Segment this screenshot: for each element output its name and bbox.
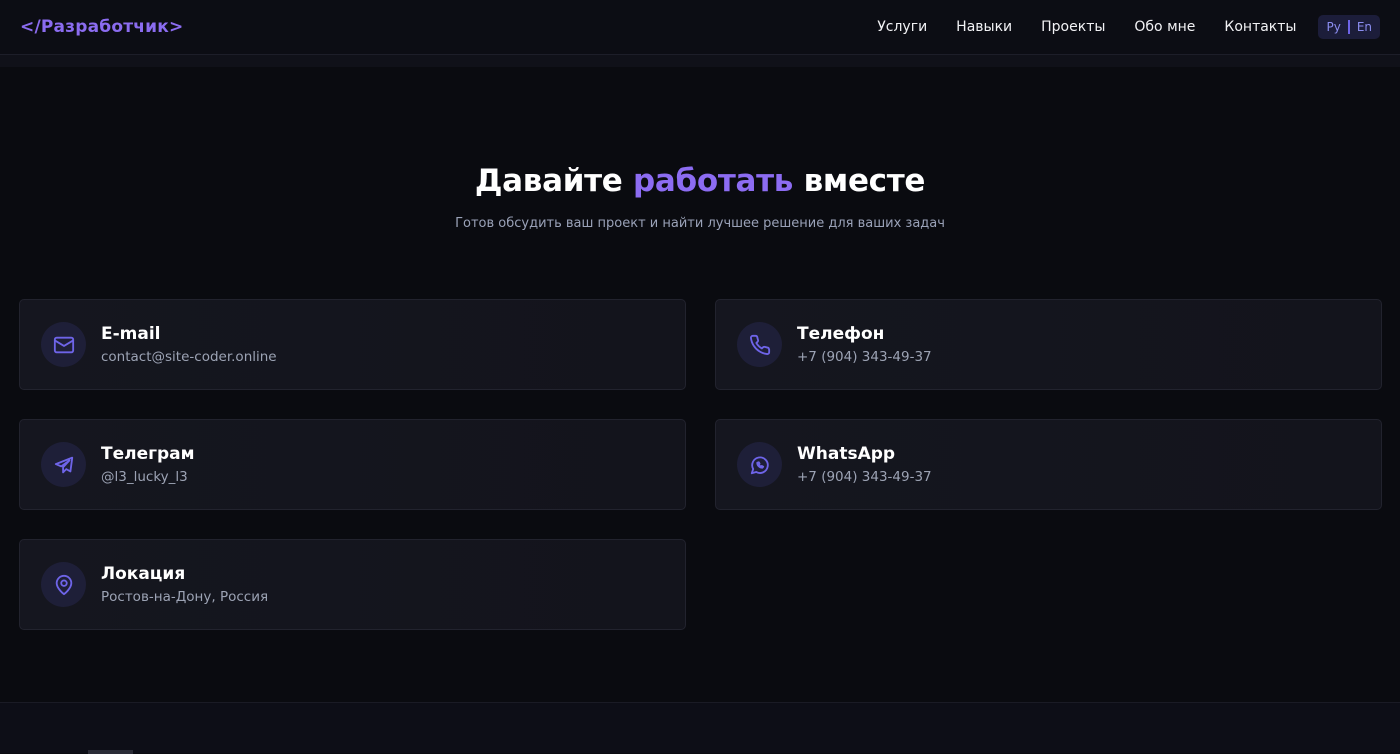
nav-link-contacts[interactable]: Контакты [1224,19,1296,35]
lang-ru-button[interactable]: Ру [1326,20,1340,34]
contact-card-whatsapp[interactable]: WhatsApp +7 (904) 343-49-37 [715,419,1382,510]
contact-title: Телеграм [101,444,195,464]
contact-card-email[interactable]: E-mail contact@site-coder.online [19,299,686,390]
title-part-2: вместе [793,163,926,199]
telegram-icon [41,442,86,487]
contact-value[interactable]: @l3_lucky_l3 [101,469,195,485]
contact-title: Локация [101,564,186,584]
page-subtitle: Готов обсудить ваш проект и найти лучшее… [455,216,945,231]
title-accent: работать [633,163,794,199]
nav-link-skills[interactable]: Навыки [956,19,1012,35]
contact-value[interactable]: +7 (904) 343-49-37 [797,349,932,365]
location-pin-icon [41,562,86,607]
contact-value[interactable]: contact@site-coder.online [101,349,277,365]
contact-value[interactable]: +7 (904) 343-49-37 [797,469,932,485]
navbar: </Разработчик> Услуги Навыки Проекты Обо… [0,0,1400,55]
whatsapp-icon [737,442,782,487]
lang-en-button[interactable]: En [1357,20,1372,34]
nav-link-projects[interactable]: Проекты [1041,19,1105,35]
contact-title: Телефон [797,324,885,344]
contact-card-telegram[interactable]: Телеграм @l3_lucky_l3 [19,419,686,510]
contact-card-phone[interactable]: Телефон +7 (904) 343-49-37 [715,299,1382,390]
site-logo[interactable]: </Разработчик> [20,17,183,37]
footer-element [88,750,133,754]
nav-link-services[interactable]: Услуги [877,19,927,35]
header-strip [0,55,1400,67]
contact-title: E-mail [101,324,161,344]
lang-divider [1347,20,1350,34]
contact-value: Ростов-на-Дону, Россия [101,589,269,605]
contact-card-location[interactable]: Локация Ростов-на-Дону, Россия [19,539,686,630]
page-title: Давайте работать вместе [0,163,1400,199]
contact-title: WhatsApp [797,444,896,464]
phone-icon [737,322,782,367]
language-switcher: Ру En [1318,15,1380,39]
mail-icon [41,322,86,367]
nav-menu: Услуги Навыки Проекты Обо мне Контакты Р… [877,15,1380,39]
nav-link-about[interactable]: Обо мне [1134,19,1195,35]
footer [0,702,1400,754]
title-part-1: Давайте [474,163,633,199]
